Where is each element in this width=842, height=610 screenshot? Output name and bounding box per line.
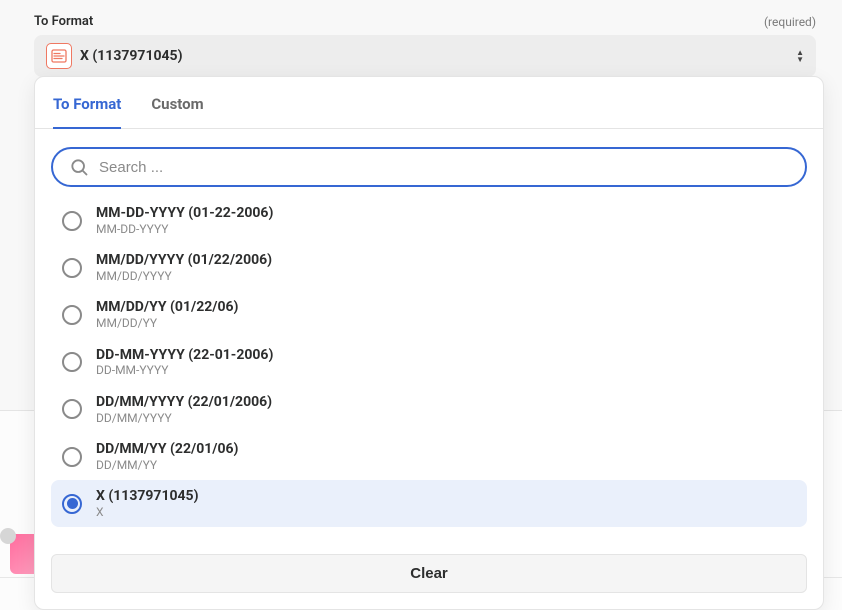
select-value: X (1137971045)	[80, 48, 183, 64]
search-icon	[69, 157, 89, 177]
dropdown-tabs: To Format Custom	[35, 77, 823, 129]
option-label: MM/DD/YYYY (01/22/2006)	[96, 252, 272, 269]
radio-icon	[62, 399, 82, 419]
radio-icon	[62, 258, 82, 278]
option-item[interactable]: DD/MM/YYYY (22/01/2006) DD/MM/YYYY	[51, 386, 807, 433]
clear-button[interactable]: Clear	[51, 554, 807, 593]
options-list: MM-DD-YYYY (01-22-2006) MM-DD-YYYY MM/DD…	[35, 197, 823, 546]
alert-icon	[0, 528, 16, 544]
option-item[interactable]: MM/DD/YY (01/22/06) MM/DD/YY	[51, 291, 807, 338]
radio-icon	[62, 352, 82, 372]
format-icon	[46, 43, 72, 69]
option-label: DD/MM/YYYY (22/01/2006)	[96, 394, 272, 411]
radio-icon	[62, 494, 82, 514]
tab-custom[interactable]: Custom	[151, 95, 203, 129]
option-sub: MM-DD-YYYY	[96, 222, 273, 236]
option-label: DD/MM/YY (22/01/06)	[96, 441, 238, 458]
format-dropdown: To Format Custom MM-DD-YYYY (01-22-2006)…	[34, 76, 824, 610]
option-sub: DD-MM-YYYY	[96, 363, 273, 377]
option-item[interactable]: X (1137971045) X	[51, 480, 807, 527]
radio-icon	[62, 211, 82, 231]
option-label: MM/DD/YY (01/22/06)	[96, 299, 238, 316]
field-label: To Format	[34, 14, 93, 29]
to-format-select[interactable]: X (1137971045) ▲▼	[34, 35, 816, 77]
search-box[interactable]	[51, 147, 807, 187]
option-sub: MM/DD/YY	[96, 316, 238, 330]
field-required: (required)	[764, 15, 816, 29]
option-label: X (1137971045)	[96, 488, 199, 505]
option-sub: X	[96, 505, 199, 519]
radio-icon	[62, 447, 82, 467]
option-item[interactable]: DD/MM/YY (22/01/06) DD/MM/YY	[51, 433, 807, 480]
option-label: MM-DD-YYYY (01-22-2006)	[96, 205, 273, 222]
option-item[interactable]: MM-DD-YYYY (01-22-2006) MM-DD-YYYY	[51, 197, 807, 244]
tab-to-format[interactable]: To Format	[53, 95, 121, 129]
chevron-updown-icon: ▲▼	[796, 49, 804, 63]
radio-icon	[62, 305, 82, 325]
option-sub: DD/MM/YYYY	[96, 411, 272, 425]
option-sub: MM/DD/YYYY	[96, 269, 272, 283]
option-sub: DD/MM/YY	[96, 458, 238, 472]
field-header: To Format (required)	[34, 14, 816, 29]
option-item[interactable]: MM/DD/YYYY (01/22/2006) MM/DD/YYYY	[51, 244, 807, 291]
option-item[interactable]: DD-MM-YYYY (22-01-2006) DD-MM-YYYY	[51, 339, 807, 386]
search-input[interactable]	[99, 159, 789, 176]
option-label: DD-MM-YYYY (22-01-2006)	[96, 347, 273, 364]
